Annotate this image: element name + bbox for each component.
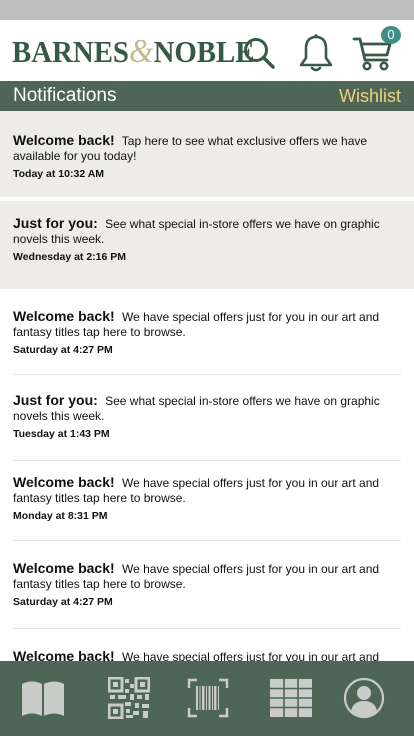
notification-message: Just for you: See what special in-store … <box>13 216 396 247</box>
notification-item[interactable]: Welcome back! We have special offers jus… <box>0 461 414 541</box>
nav-qr-button[interactable] <box>105 674 153 722</box>
page-title: Notifications <box>13 85 117 106</box>
notification-item[interactable]: Just for you: See what special in-store … <box>0 201 414 289</box>
nav-books-button[interactable] <box>19 674 67 722</box>
notification-list: Welcome back! Tap here to see what exclu… <box>0 111 414 661</box>
qr-code-icon <box>108 677 150 719</box>
notification-item[interactable]: Welcome back! We have special offers jus… <box>0 629 414 662</box>
nav-scan-button[interactable] <box>184 674 232 722</box>
book-icon <box>22 681 64 716</box>
app-header: BARNES&NOBLE <box>0 20 414 81</box>
notification-timestamp: Today at 10:32 AM <box>13 168 105 180</box>
cart-count-badge: 0 <box>381 26 401 44</box>
notification-item[interactable]: Welcome back! We have special offers jus… <box>0 541 414 629</box>
app-screen: BARNES&NOBLE 0 Notifications Wishlist We… <box>0 0 414 736</box>
barcode-scan-icon <box>187 678 229 718</box>
notification-heading: Welcome back! <box>13 308 115 324</box>
notification-message: Welcome back! We have special offers jus… <box>13 561 396 592</box>
notification-item[interactable]: Welcome back! We have special offers jus… <box>0 289 414 375</box>
notification-item[interactable]: Welcome back! Tap here to see what exclu… <box>0 111 414 197</box>
notification-heading: Welcome back! <box>13 648 115 662</box>
notification-timestamp: Monday at 8:31 PM <box>13 510 108 522</box>
notification-message: Just for you: See what special in-store … <box>13 393 396 424</box>
notification-heading: Welcome back! <box>13 474 115 490</box>
notification-message: Welcome back! We have special offers jus… <box>13 475 396 506</box>
grid-icon <box>270 679 312 717</box>
logo-ampersand: & <box>128 33 154 70</box>
notification-timestamp: Wednesday at 2:16 PM <box>13 251 127 263</box>
bell-icon <box>299 34 333 72</box>
status-bar <box>0 0 414 20</box>
notification-message: Welcome back! We have special offers jus… <box>13 648 396 662</box>
search-button[interactable] <box>236 30 282 76</box>
notifications-button[interactable] <box>293 30 339 76</box>
notification-timestamp: Saturday at 4:27 PM <box>13 596 113 608</box>
notification-heading: Welcome back! <box>13 132 115 148</box>
notification-heading: Welcome back! <box>13 560 115 576</box>
bottom-nav <box>0 661 414 736</box>
notification-timestamp: Tuesday at 1:43 PM <box>13 428 110 440</box>
nav-profile-button[interactable] <box>340 674 388 722</box>
list-gap <box>0 197 414 201</box>
notification-heading: Just for you: <box>13 215 98 231</box>
notification-message: Welcome back! We have special offers jus… <box>13 309 396 340</box>
brand-logo[interactable]: BARNES&NOBLE <box>12 34 254 70</box>
logo-word-left: BARNES <box>12 34 129 69</box>
notification-item[interactable]: Just for you: See what special in-store … <box>0 375 414 461</box>
profile-icon <box>343 677 385 719</box>
notification-timestamp: Saturday at 4:27 PM <box>13 344 113 356</box>
wishlist-link[interactable]: Wishlist <box>339 81 401 111</box>
notification-heading: Just for you: <box>13 392 98 408</box>
nav-grid-button[interactable] <box>267 674 315 722</box>
notification-message: Welcome back! Tap here to see what exclu… <box>13 133 396 164</box>
search-icon <box>244 38 275 69</box>
title-bar: Notifications Wishlist <box>0 81 414 111</box>
